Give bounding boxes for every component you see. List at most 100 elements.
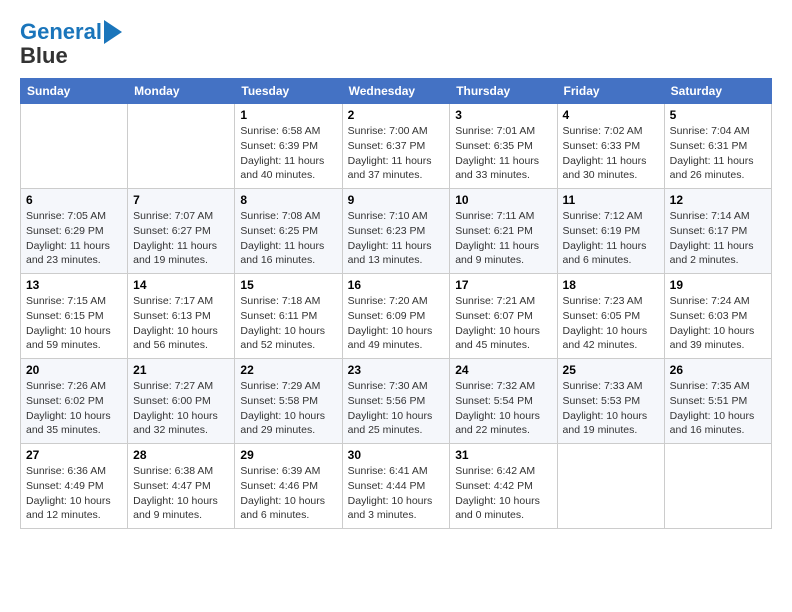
day-info: Sunrise: 7:18 AM Sunset: 6:11 PM Dayligh… [240, 294, 336, 353]
calendar-week-row: 1 Sunrise: 6:58 AM Sunset: 6:39 PM Daylig… [21, 104, 772, 189]
day-number: 10 [455, 193, 551, 207]
calendar-cell [664, 444, 771, 529]
calendar-cell: 4 Sunrise: 7:02 AM Sunset: 6:33 PM Daylig… [557, 104, 664, 189]
day-info: Sunrise: 7:23 AM Sunset: 6:05 PM Dayligh… [563, 294, 659, 353]
calendar-cell: 23Sunrise: 7:30 AM Sunset: 5:56 PM Dayli… [342, 359, 450, 444]
day-number: 27 [26, 448, 122, 462]
calendar-cell: 11 Sunrise: 7:12 AM Sunset: 6:19 PM Dayli… [557, 189, 664, 274]
weekday-header: Tuesday [235, 79, 342, 104]
day-info: Sunrise: 6:41 AM Sunset: 4:44 PM Dayligh… [348, 464, 445, 523]
day-number: 1 [240, 108, 336, 122]
calendar-week-row: 20 Sunrise: 7:26 AM Sunset: 6:02 PM Dayli… [21, 359, 772, 444]
day-info: Sunrise: 7:01 AM Sunset: 6:35 PM Dayligh… [455, 124, 551, 183]
day-number: 22 [240, 363, 336, 377]
day-info: Sunrise: 7:17 AM Sunset: 6:13 PM Dayligh… [133, 294, 229, 353]
weekday-header: Thursday [450, 79, 557, 104]
calendar-table: SundayMondayTuesdayWednesdayThursdayFrid… [20, 78, 772, 529]
day-number: 2 [348, 108, 445, 122]
day-info: Sunrise: 7:02 AM Sunset: 6:33 PM Dayligh… [563, 124, 659, 183]
day-info: Sunrise: 7:05 AM Sunset: 6:29 PM Dayligh… [26, 209, 122, 268]
day-number: 3 [455, 108, 551, 122]
day-number: 4 [563, 108, 659, 122]
day-number: 13 [26, 278, 122, 292]
day-number: 15 [240, 278, 336, 292]
day-number: 11 [563, 193, 659, 207]
day-info: Sunrise: 6:38 AM Sunset: 4:47 PM Dayligh… [133, 464, 229, 523]
day-info: Sunrise: 7:12 AM Sunset: 6:19 PM Dayligh… [563, 209, 659, 268]
day-info: Sunrise: 7:11 AM Sunset: 6:21 PM Dayligh… [455, 209, 551, 268]
day-number: 6 [26, 193, 122, 207]
calendar-week-row: 27 Sunrise: 6:36 AM Sunset: 4:49 PM Dayli… [21, 444, 772, 529]
weekday-header: Monday [128, 79, 235, 104]
calendar-cell: 21 Sunrise: 7:27 AM Sunset: 6:00 PM Dayli… [128, 359, 235, 444]
day-info: Sunrise: 7:32 AM Sunset: 5:54 PM Dayligh… [455, 379, 551, 438]
day-info: Sunrise: 7:27 AM Sunset: 6:00 PM Dayligh… [133, 379, 229, 438]
day-info: Sunrise: 7:10 AM Sunset: 6:23 PM Dayligh… [348, 209, 445, 268]
calendar-cell [21, 104, 128, 189]
calendar-cell: 25 Sunrise: 7:33 AM Sunset: 5:53 PM Dayli… [557, 359, 664, 444]
calendar-cell: 2Sunrise: 7:00 AM Sunset: 6:37 PM Daylig… [342, 104, 450, 189]
calendar-week-row: 6 Sunrise: 7:05 AM Sunset: 6:29 PM Daylig… [21, 189, 772, 274]
calendar-cell [128, 104, 235, 189]
day-info: Sunrise: 7:26 AM Sunset: 6:02 PM Dayligh… [26, 379, 122, 438]
day-number: 18 [563, 278, 659, 292]
day-number: 9 [348, 193, 445, 207]
calendar-cell: 28 Sunrise: 6:38 AM Sunset: 4:47 PM Dayli… [128, 444, 235, 529]
calendar-cell: 22 Sunrise: 7:29 AM Sunset: 5:58 PM Dayli… [235, 359, 342, 444]
calendar-cell: 16 Sunrise: 7:20 AM Sunset: 6:09 PM Dayli… [342, 274, 450, 359]
calendar-cell: 1 Sunrise: 6:58 AM Sunset: 6:39 PM Daylig… [235, 104, 342, 189]
day-number: 31 [455, 448, 551, 462]
calendar-cell: 30 Sunrise: 6:41 AM Sunset: 4:44 PM Dayli… [342, 444, 450, 529]
day-number: 30 [348, 448, 445, 462]
day-number: 20 [26, 363, 122, 377]
day-number: 16 [348, 278, 445, 292]
day-info: Sunrise: 7:35 AM Sunset: 5:51 PM Dayligh… [670, 379, 766, 438]
calendar-cell: 24Sunrise: 7:32 AM Sunset: 5:54 PM Dayli… [450, 359, 557, 444]
day-number: 26 [670, 363, 766, 377]
day-number: 29 [240, 448, 336, 462]
calendar-cell [557, 444, 664, 529]
calendar-cell: 8Sunrise: 7:08 AM Sunset: 6:25 PM Daylig… [235, 189, 342, 274]
day-info: Sunrise: 7:21 AM Sunset: 6:07 PM Dayligh… [455, 294, 551, 353]
day-number: 23 [348, 363, 445, 377]
day-info: Sunrise: 6:42 AM Sunset: 4:42 PM Dayligh… [455, 464, 551, 523]
day-number: 7 [133, 193, 229, 207]
calendar-cell: 12Sunrise: 7:14 AM Sunset: 6:17 PM Dayli… [664, 189, 771, 274]
day-number: 17 [455, 278, 551, 292]
calendar-cell: 9 Sunrise: 7:10 AM Sunset: 6:23 PM Daylig… [342, 189, 450, 274]
day-info: Sunrise: 7:33 AM Sunset: 5:53 PM Dayligh… [563, 379, 659, 438]
calendar-week-row: 13 Sunrise: 7:15 AM Sunset: 6:15 PM Dayli… [21, 274, 772, 359]
calendar-cell: 19 Sunrise: 7:24 AM Sunset: 6:03 PM Dayli… [664, 274, 771, 359]
day-number: 21 [133, 363, 229, 377]
calendar-cell: 7Sunrise: 7:07 AM Sunset: 6:27 PM Daylig… [128, 189, 235, 274]
day-info: Sunrise: 7:20 AM Sunset: 6:09 PM Dayligh… [348, 294, 445, 353]
day-number: 12 [670, 193, 766, 207]
day-info: Sunrise: 6:58 AM Sunset: 6:39 PM Dayligh… [240, 124, 336, 183]
calendar-header-row: SundayMondayTuesdayWednesdayThursdayFrid… [21, 79, 772, 104]
logo-arrow-icon [104, 20, 122, 44]
day-info: Sunrise: 7:24 AM Sunset: 6:03 PM Dayligh… [670, 294, 766, 353]
calendar-cell: 17 Sunrise: 7:21 AM Sunset: 6:07 PM Dayli… [450, 274, 557, 359]
day-info: Sunrise: 6:36 AM Sunset: 4:49 PM Dayligh… [26, 464, 122, 523]
day-number: 19 [670, 278, 766, 292]
logo-text-blue: Blue [20, 44, 68, 68]
calendar-cell: 14 Sunrise: 7:17 AM Sunset: 6:13 PM Dayli… [128, 274, 235, 359]
calendar-cell: 20 Sunrise: 7:26 AM Sunset: 6:02 PM Dayli… [21, 359, 128, 444]
day-number: 14 [133, 278, 229, 292]
day-info: Sunrise: 7:29 AM Sunset: 5:58 PM Dayligh… [240, 379, 336, 438]
logo-text: General [20, 20, 102, 44]
weekday-header: Friday [557, 79, 664, 104]
calendar-cell: 27 Sunrise: 6:36 AM Sunset: 4:49 PM Dayli… [21, 444, 128, 529]
calendar-cell: 29Sunrise: 6:39 AM Sunset: 4:46 PM Dayli… [235, 444, 342, 529]
calendar-cell: 31 Sunrise: 6:42 AM Sunset: 4:42 PM Dayli… [450, 444, 557, 529]
calendar-cell: 5Sunrise: 7:04 AM Sunset: 6:31 PM Daylig… [664, 104, 771, 189]
day-number: 5 [670, 108, 766, 122]
day-info: Sunrise: 7:15 AM Sunset: 6:15 PM Dayligh… [26, 294, 122, 353]
calendar-cell: 6 Sunrise: 7:05 AM Sunset: 6:29 PM Daylig… [21, 189, 128, 274]
weekday-header: Wednesday [342, 79, 450, 104]
day-info: Sunrise: 7:08 AM Sunset: 6:25 PM Dayligh… [240, 209, 336, 268]
day-number: 25 [563, 363, 659, 377]
day-number: 28 [133, 448, 229, 462]
calendar-cell: 15 Sunrise: 7:18 AM Sunset: 6:11 PM Dayli… [235, 274, 342, 359]
page-header: General Blue [20, 20, 772, 68]
